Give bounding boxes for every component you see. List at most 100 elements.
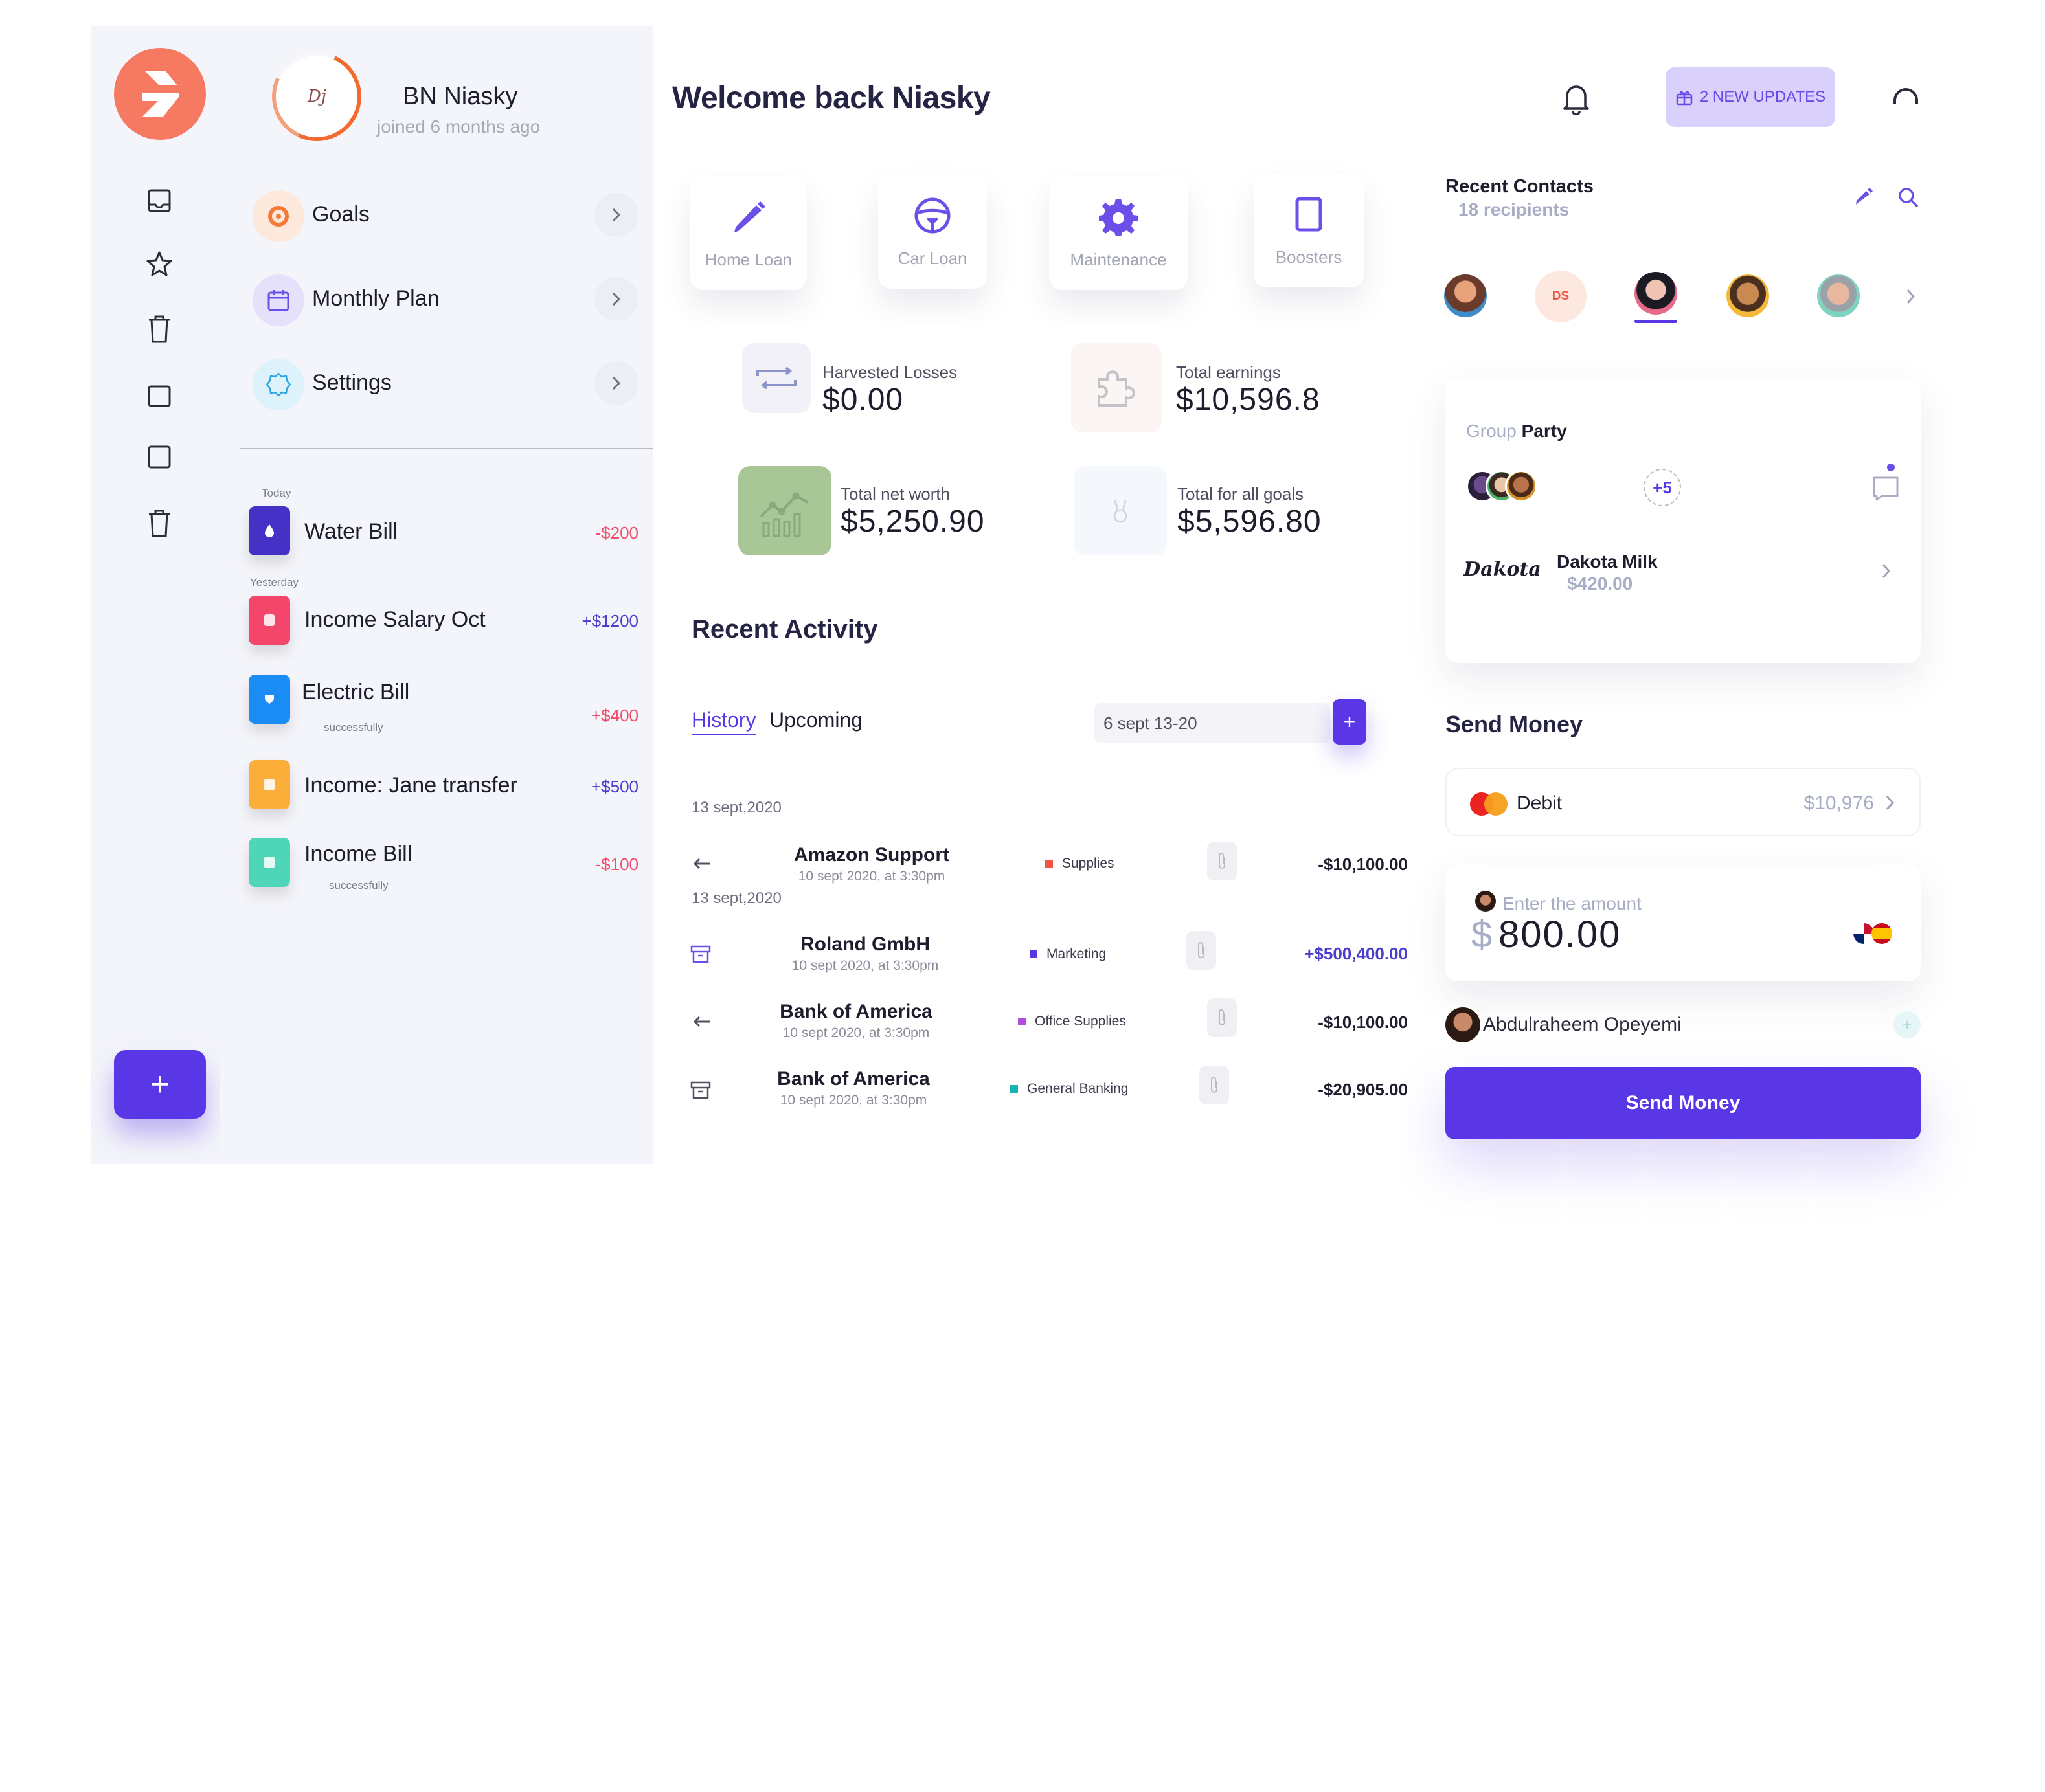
shield-icon	[249, 675, 290, 724]
group-party-card: Group Party +5 Dakota Dakota Milk $420.0…	[1445, 378, 1921, 663]
stat-value: $10,596.8	[1176, 383, 1320, 417]
transaction-name: Electric Bill	[302, 680, 410, 704]
chevron-right-icon[interactable]	[594, 277, 638, 321]
transaction-item[interactable]: Income Salary Oct +$1200	[220, 589, 653, 660]
activity-row[interactable]: Bank of America 10 sept 2020, at 3:30pm …	[690, 998, 1408, 1050]
search-icon[interactable]	[1897, 186, 1919, 212]
more-members-button[interactable]: +5	[1644, 469, 1681, 506]
gift-icon	[1676, 91, 1693, 106]
section-title-recent-activity: Recent Activity	[692, 615, 878, 644]
app-logo[interactable]	[114, 48, 206, 140]
menu-item-monthly-plan[interactable]: Monthly Plan	[253, 265, 638, 330]
category-label: Maintenance	[1070, 250, 1167, 269]
activity-name: Bank of America	[780, 1001, 932, 1022]
stat-label: Harvested Losses	[822, 363, 958, 382]
category-label: Boosters	[1275, 247, 1342, 267]
collapse-icon[interactable]	[1893, 88, 1918, 104]
stat-label: Total earnings	[1176, 363, 1281, 382]
gear-icon	[1049, 194, 1188, 240]
group-item-amount: $420.00	[1567, 574, 1633, 594]
contact-avatar[interactable]: DS	[1535, 271, 1587, 322]
chevron-right-icon[interactable]	[1905, 287, 1917, 309]
activity-tag: Supplies	[1045, 856, 1114, 871]
amount-input[interactable]: 800.00	[1498, 913, 1621, 956]
contact-avatar[interactable]	[1634, 272, 1677, 315]
square-icon[interactable]	[145, 382, 174, 410]
debit-card-selector[interactable]: Debit $10,976	[1445, 768, 1921, 836]
recipient-avatar[interactable]	[1445, 1007, 1480, 1042]
day-label-today: Today	[262, 487, 291, 499]
transaction-status: successfully	[329, 879, 389, 891]
amount-label: Enter the amount	[1502, 893, 1642, 913]
spain-flag-icon[interactable]	[1871, 923, 1892, 944]
contact-avatar[interactable]	[1444, 274, 1487, 317]
add-button-label: +	[150, 1066, 170, 1103]
chevron-right-icon[interactable]	[594, 193, 638, 237]
puzzle-icon	[1071, 343, 1162, 432]
card-balance: $10,976	[1803, 792, 1874, 814]
star-icon[interactable]	[145, 250, 174, 278]
activity-date: 13 sept,2020	[692, 799, 782, 816]
amount-input-card[interactable]: Enter the amount $ 800.00	[1445, 865, 1921, 981]
profile-panel: Dj BN Niasky joined 6 months ago Goals M…	[220, 26, 653, 1164]
activity-tag: General Banking	[1010, 1081, 1128, 1097]
transaction-amount: -$200	[595, 523, 639, 543]
contact-avatar[interactable]	[1817, 274, 1860, 317]
transaction-name: Water Bill	[304, 519, 398, 544]
tab-upcoming[interactable]: Upcoming	[769, 708, 863, 732]
trash-icon[interactable]	[145, 509, 174, 537]
mastercard-icon	[1467, 791, 1511, 820]
stat-value: $5,250.90	[841, 504, 985, 539]
menu-label: Settings	[312, 370, 392, 395]
category-car-loan[interactable]: Car Loan	[878, 175, 987, 289]
date-range-field[interactable]: 6 sept 13-20	[1094, 703, 1330, 743]
add-activity-button[interactable]: +	[1333, 699, 1366, 745]
activity-row[interactable]: Bank of America 10 sept 2020, at 3:30pm …	[690, 1066, 1408, 1117]
transaction-item[interactable]: Water Bill -$200	[220, 498, 653, 570]
chevron-right-icon[interactable]	[594, 361, 638, 405]
member-avatar[interactable]	[1505, 470, 1537, 502]
calculator-icon	[249, 838, 290, 887]
growth-chart-icon	[738, 466, 831, 555]
archive-icon	[690, 1080, 711, 1104]
activity-row[interactable]: Roland GmbH 10 sept 2020, at 3:30pm Mark…	[690, 931, 1408, 983]
activity-tag: Marketing	[1030, 946, 1106, 962]
activity-tag: Office Supplies	[1018, 1014, 1126, 1029]
transaction-amount: +$400	[591, 706, 638, 725]
currency-symbol: $	[1471, 913, 1493, 956]
menu-item-goals[interactable]: Goals	[253, 181, 638, 246]
square-icon[interactable]	[145, 443, 174, 471]
pen-icon[interactable]	[1853, 186, 1873, 209]
send-money-button[interactable]: Send Money	[1445, 1067, 1921, 1139]
add-recipient-icon[interactable]: +	[1893, 1011, 1921, 1038]
inbox-icon[interactable]	[145, 186, 174, 215]
menu-label: Monthly Plan	[312, 286, 440, 311]
tab-history[interactable]: History	[692, 708, 756, 735]
add-button[interactable]: +	[114, 1050, 206, 1119]
category-maintenance[interactable]: Maintenance	[1049, 176, 1188, 290]
category-boosters[interactable]: Boosters	[1254, 174, 1364, 287]
page-title: Welcome back Niasky	[672, 81, 991, 115]
activity-amount: -$10,100.00	[1318, 855, 1408, 874]
category-home-loan[interactable]: Home Loan	[690, 176, 807, 290]
activity-name: Roland GmbH	[800, 934, 930, 955]
bell-icon[interactable]	[1561, 82, 1592, 116]
rabbit-icon	[1074, 466, 1167, 555]
chevron-right-icon[interactable]	[1881, 562, 1892, 583]
avatar[interactable]: Dj	[259, 39, 374, 154]
activity-row[interactable]: Amazon Support 10 sept 2020, at 3:30pm S…	[690, 842, 1408, 893]
trash-icon[interactable]	[145, 315, 174, 343]
contact-avatar[interactable]	[1726, 274, 1769, 317]
transaction-item[interactable]: Electric Bill successfully +$400	[220, 667, 653, 745]
activity-time: 10 sept 2020, at 3:30pm	[798, 869, 945, 884]
updates-button[interactable]: 2 NEW UPDATES	[1666, 67, 1835, 127]
profile-joined: joined 6 months ago	[377, 117, 541, 137]
category-label: Car Loan	[898, 249, 967, 268]
transaction-item[interactable]: Income: Jane transfer +$500	[220, 752, 653, 823]
chat-icon[interactable]	[1870, 461, 1901, 506]
arrow-left-icon	[693, 857, 711, 873]
menu-item-settings[interactable]: Settings	[253, 350, 638, 414]
activity-name: Amazon Support	[794, 844, 949, 866]
transaction-item[interactable]: Income Bill successfully -$100	[220, 829, 653, 906]
transaction-amount: +$1200	[582, 611, 638, 631]
